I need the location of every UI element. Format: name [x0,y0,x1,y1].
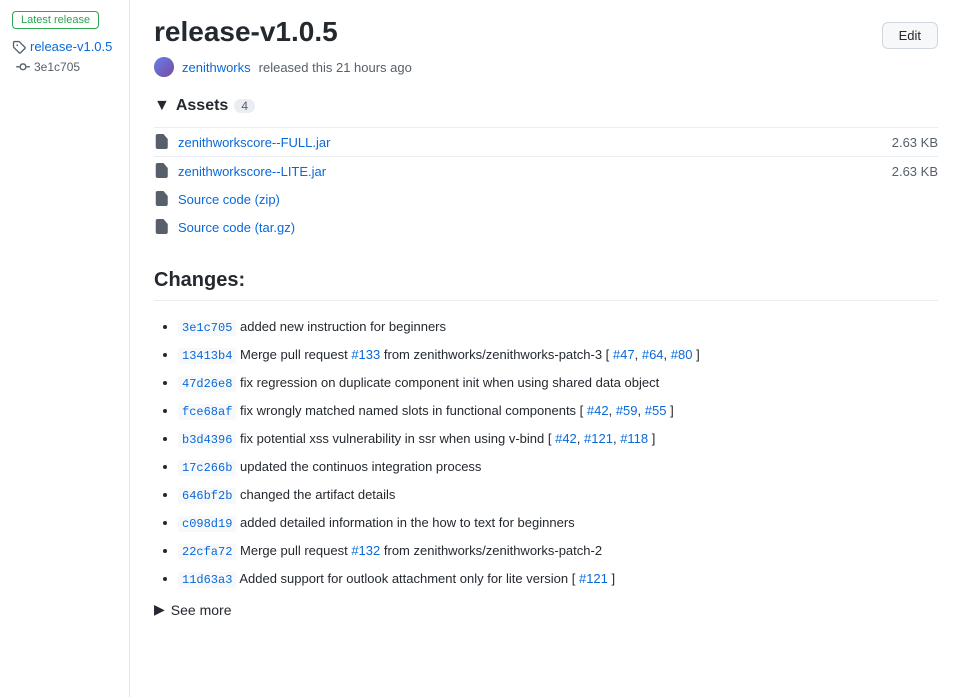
author-link[interactable]: zenithworks [182,60,251,75]
commit-message-1: Merge pull request [240,347,351,362]
lite-jar-link[interactable]: zenithworkscore--LITE.jar [178,164,326,179]
commit-hash-2[interactable]: 47d26e8 [178,376,236,392]
sidebar: Latest release release-v1.0.5 3e1c705 [0,0,130,697]
commit-hash-5[interactable]: 17c266b [178,460,236,476]
list-item: 3e1c705 added new instruction for beginn… [178,317,938,337]
commit-message-7: added detailed information in the how to… [240,515,575,530]
source-zip-item: Source code (zip) [154,185,938,213]
list-item: b3d4396 fix potential xss vulnerability … [178,429,938,449]
sidebar-tag-label: release-v1.0.5 [30,39,112,54]
targz-icon [154,219,170,235]
commit-ref-3-2[interactable]: #55 [645,403,667,418]
see-more[interactable]: ▶ See more [154,601,938,618]
commit-ref-3-1[interactable]: #59 [616,403,638,418]
avatar [154,57,174,77]
sidebar-commit[interactable]: 3e1c705 [12,60,117,74]
commit-message-6: changed the artifact details [240,487,395,502]
changes-section: Changes: 3e1c705 added new instruction f… [154,269,938,618]
jar-icon-full [154,134,170,150]
full-jar-size: 2.63 KB [892,135,938,150]
see-more-label: See more [171,602,232,618]
assets-collapse-icon: ▼ [154,97,170,115]
commit-list: 3e1c705 added new instruction for beginn… [154,317,938,589]
commit-hash-0[interactable]: 3e1c705 [178,320,236,336]
list-item: 17c266b updated the continuos integratio… [178,457,938,477]
assets-count: 4 [234,99,255,113]
asset-item-lite-jar: zenithworkscore--LITE.jar 2.63 KB [154,156,938,185]
source-targz-link[interactable]: Source code (tar.gz) [178,220,295,235]
list-item: 22cfa72 Merge pull request #132 from zen… [178,541,938,561]
commit-hash-8[interactable]: 22cfa72 [178,544,236,560]
list-item: 646bf2b changed the artifact details [178,485,938,505]
assets-section-title[interactable]: ▼ Assets 4 [154,97,938,115]
commit-ref-4-0[interactable]: #42 [555,431,577,446]
commit-ref-4-2[interactable]: #118 [620,431,648,446]
main-content: release-v1.0.5 Edit zenithworks released… [130,0,962,697]
asset-item-full-jar: zenithworkscore--FULL.jar 2.63 KB [154,127,938,156]
source-zip-link[interactable]: Source code (zip) [178,192,280,207]
list-item: 13413b4 Merge pull request #133 from zen… [178,345,938,365]
assets-section: ▼ Assets 4 zenithworkscore--FULL.jar 2.6… [154,97,938,241]
changes-divider [154,300,938,301]
commit-message-5: updated the continuos integration proces… [240,459,481,474]
commit-ref-9-0[interactable]: #121 [579,571,608,586]
see-more-icon: ▶ [154,601,165,618]
commit-pr-8[interactable]: #132 [351,543,380,558]
commit-hash-1[interactable]: 13413b4 [178,348,236,364]
list-item: 47d26e8 fix regression on duplicate comp… [178,373,938,393]
commit-message-0: added new instruction for beginners [240,319,446,334]
changes-title: Changes: [154,269,938,292]
commit-message-2: fix regression on duplicate component in… [240,375,659,390]
commit-hash-6[interactable]: 646bf2b [178,488,236,504]
commit-icon [16,60,30,74]
commit-pr-1[interactable]: #133 [351,347,380,362]
release-meta-text: released this 21 hours ago [259,60,412,75]
commit-ref-4-1[interactable]: #121 [584,431,613,446]
release-header: release-v1.0.5 Edit [154,16,938,49]
full-jar-link[interactable]: zenithworkscore--FULL.jar [178,135,330,150]
jar-icon-lite [154,163,170,179]
list-item: c098d19 added detailed information in th… [178,513,938,533]
commit-hash-9[interactable]: 11d63a3 [178,572,236,588]
commit-hash-3[interactable]: fce68af [178,404,236,420]
lite-jar-size: 2.63 KB [892,164,938,179]
list-item: fce68af fix wrongly matched named slots … [178,401,938,421]
latest-release-badge[interactable]: Latest release [12,11,99,29]
commit-ref-1-1[interactable]: #64 [642,347,664,362]
list-item: 11d63a3 Added support for outlook attach… [178,569,938,589]
release-meta: zenithworks released this 21 hours ago [154,57,938,77]
commit-ref-3-0[interactable]: #42 [587,403,609,418]
commit-ref-1-0[interactable]: #47 [613,347,635,362]
tag-icon [12,40,26,54]
commit-hash-4[interactable]: b3d4396 [178,432,236,448]
release-title: release-v1.0.5 [154,16,338,48]
zip-icon [154,191,170,207]
sidebar-commit-link[interactable]: 3e1c705 [34,60,80,74]
commit-hash-7[interactable]: c098d19 [178,516,236,532]
assets-label: Assets [176,97,228,115]
edit-button[interactable]: Edit [882,22,938,49]
commit-ref-1-2[interactable]: #80 [671,347,693,362]
sidebar-tag[interactable]: release-v1.0.5 [12,39,117,54]
source-targz-item: Source code (tar.gz) [154,213,938,241]
